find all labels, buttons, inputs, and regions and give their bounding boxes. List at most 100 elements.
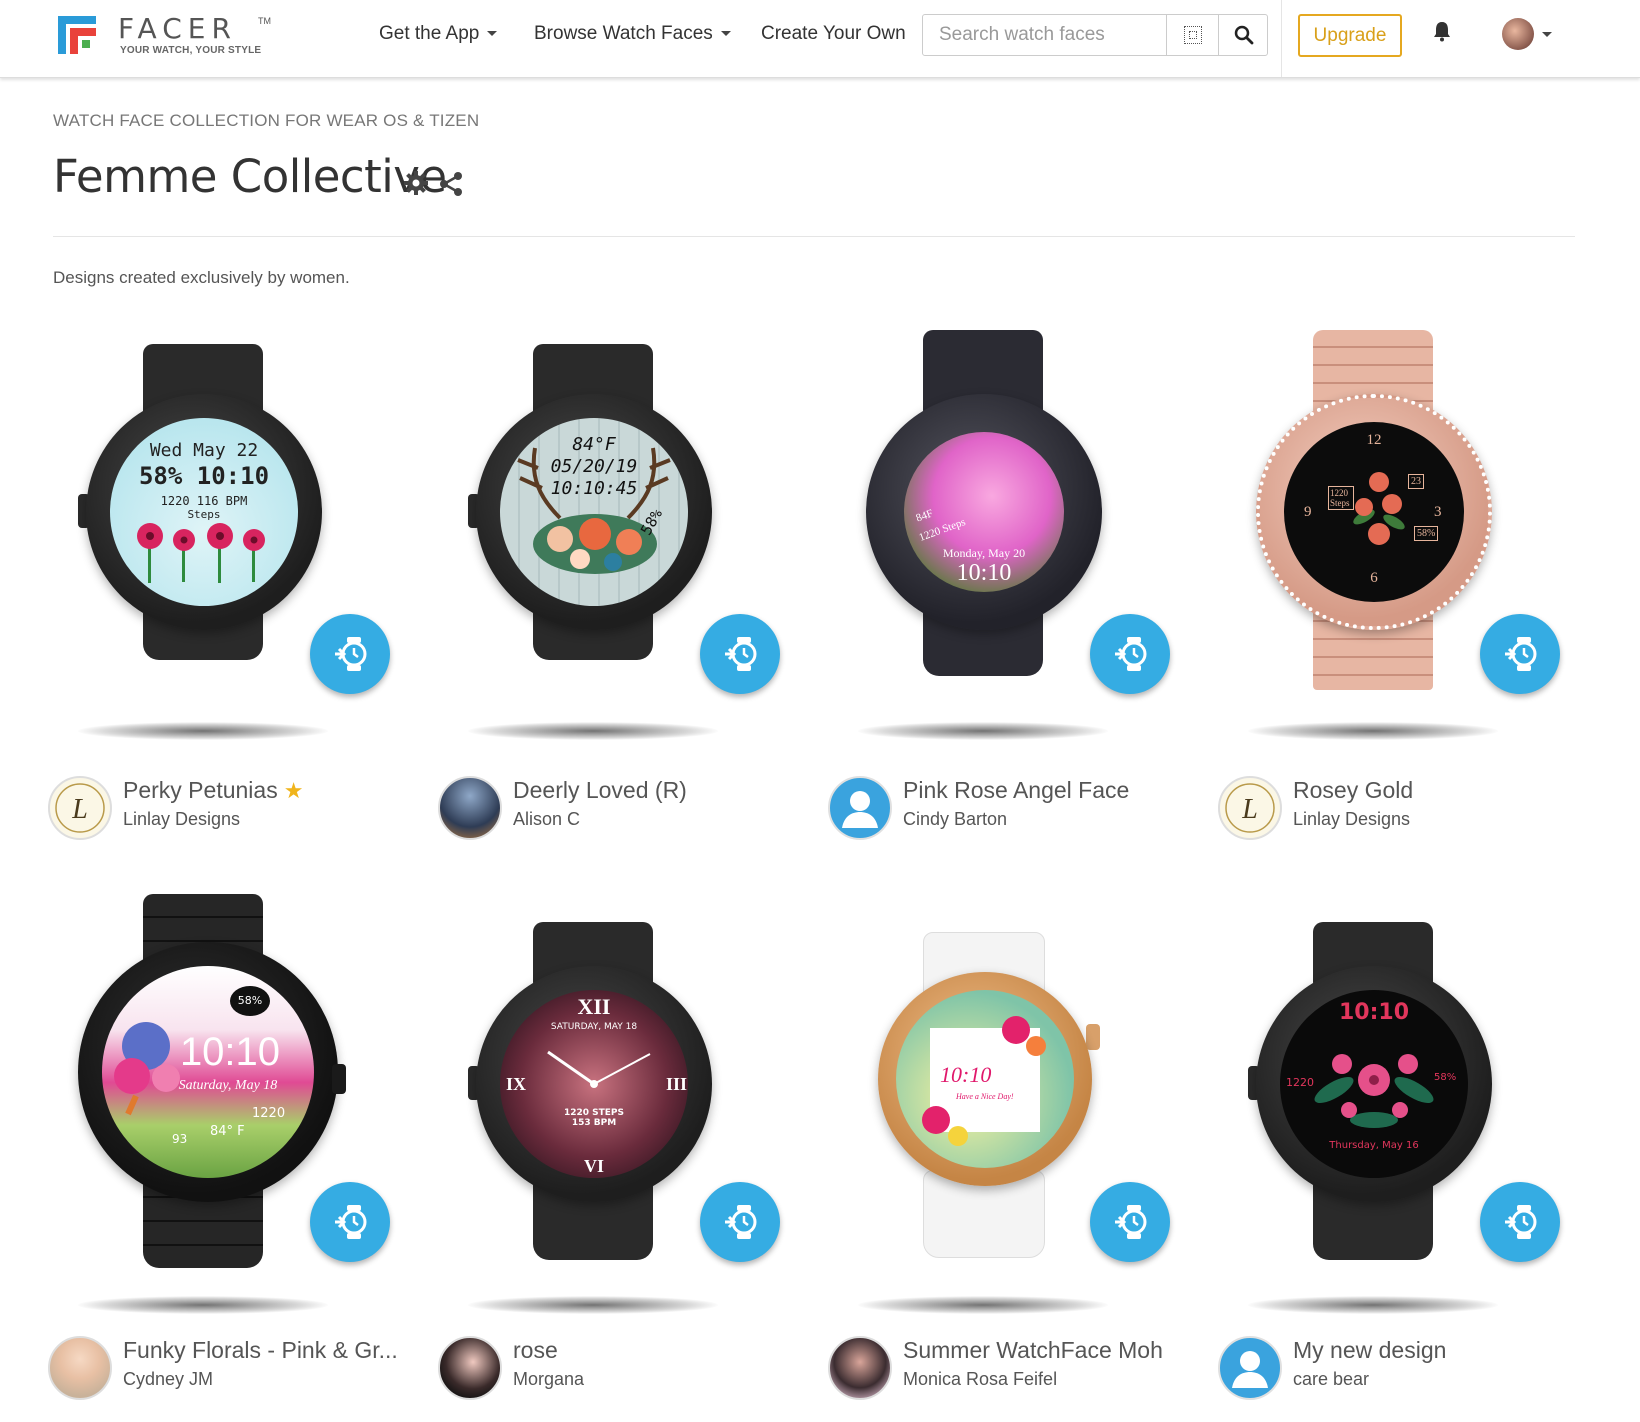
install-watchface-button[interactable] — [1480, 614, 1560, 694]
author-name[interactable]: Linlay Designs — [1293, 809, 1410, 830]
svg-text:IX: IX — [506, 1074, 526, 1094]
watch-preview[interactable]: 10:10 Have a Nice Day! — [828, 900, 1198, 1320]
author-avatar[interactable]: L — [1218, 776, 1282, 840]
author-avatar[interactable] — [438, 1336, 502, 1400]
author-name[interactable]: Morgana — [513, 1369, 584, 1390]
watch-face-name[interactable]: Rosey Gold — [1293, 777, 1413, 804]
dial-time: 10:10 — [956, 560, 1012, 586]
author-name[interactable]: care bear — [1293, 1369, 1369, 1390]
star-icon: ★ — [283, 778, 304, 803]
watch-preview[interactable]: 58% 10:10 Saturday, May 18 1220 84° F 93 — [48, 894, 418, 1320]
watch-face-name[interactable]: Summer WatchFace Moh — [903, 1337, 1163, 1364]
watch-face-card[interactable]: XII SATURDAY, MAY 18 IX III VI 1220 STEPS … — [438, 900, 808, 1420]
dial-battery: 58% — [230, 986, 270, 1016]
svg-text:L: L — [71, 794, 88, 825]
author-avatar[interactable] — [1218, 1336, 1282, 1400]
author-avatar[interactable] — [828, 776, 892, 840]
author-avatar[interactable] — [438, 776, 502, 840]
watch-preview[interactable]: Wed May 22 58% 10:10 1220 116 BPM Steps — [48, 336, 418, 756]
install-watchface-button[interactable] — [700, 1182, 780, 1262]
watch-face-card[interactable]: 10:10 Have a Nice Day! Summer WatchFace … — [828, 900, 1198, 1420]
user-avatar[interactable] — [1502, 18, 1534, 50]
watch-dial: Wed May 22 58% 10:10 1220 116 BPM Steps — [110, 418, 298, 606]
watch-face-name[interactable]: Funky Florals - Pink & Gr... — [123, 1337, 398, 1364]
install-watchface-button[interactable] — [310, 614, 390, 694]
watch-face-name[interactable]: rose — [513, 1337, 558, 1364]
logo-trademark: TM — [258, 16, 271, 26]
watch-shadow — [78, 722, 328, 740]
watch-face-card[interactable]: 84°F 05/20/19 10:10:45 58% Deerly Loved … — [438, 336, 808, 856]
nav-get-app-dropdown[interactable]: Get the App — [379, 23, 498, 45]
watch-face-card[interactable]: 12 1220 Steps 23 58% 9 3 6 L Rosey Gold … — [1218, 330, 1588, 856]
send-to-watch-icon — [725, 637, 757, 671]
install-watchface-button[interactable] — [1480, 1182, 1560, 1262]
top-navbar: FACER TM YOUR WATCH, YOUR STYLE Get the … — [0, 0, 1640, 78]
watch-face-card[interactable]: Wed May 22 58% 10:10 1220 116 BPM Steps … — [48, 336, 418, 856]
page-title: Femme Collective — [53, 150, 447, 203]
watch-face-card[interactable]: 84F 1220 Steps Monday, May 20 10:10 Pink… — [828, 330, 1198, 856]
author-avatar[interactable] — [828, 1336, 892, 1400]
search-input[interactable] — [923, 15, 1165, 55]
share-icon[interactable] — [438, 171, 464, 197]
install-watchface-button[interactable] — [700, 614, 780, 694]
send-to-watch-icon — [1505, 1205, 1537, 1239]
search-button[interactable] — [1218, 15, 1269, 55]
dial-time: 10:10 — [940, 1062, 992, 1087]
collection-eyebrow: WATCH FACE COLLECTION FOR WEAR OS & TIZE… — [53, 111, 480, 130]
install-watchface-button[interactable] — [1090, 614, 1170, 694]
facer-logo[interactable]: FACER TM YOUR WATCH, YOUR STYLE — [58, 12, 308, 60]
dial-temperature: 84F — [914, 507, 935, 525]
watch-face-title[interactable]: Perky Petunias ★ — [123, 777, 303, 804]
watch-face-name[interactable]: My new design — [1293, 1337, 1446, 1364]
author-name[interactable]: Cydney JM — [123, 1369, 213, 1390]
watch-face-card[interactable]: 58% 10:10 Saturday, May 18 1220 84° F 93… — [48, 894, 418, 1420]
nav-browse-label: Browse Watch Faces — [534, 23, 713, 44]
send-to-watch-icon — [1505, 637, 1537, 671]
send-to-watch-icon — [335, 1205, 367, 1239]
author-name[interactable]: Cindy Barton — [903, 809, 1007, 830]
send-to-watch-icon — [335, 637, 367, 671]
author-name[interactable]: Linlay Designs — [123, 809, 240, 830]
dial-time: 58% 10:10 — [138, 462, 270, 490]
watch-preview[interactable]: 12 1220 Steps 23 58% 9 3 6 — [1218, 330, 1588, 756]
author-avatar[interactable] — [48, 1336, 112, 1400]
watch-face-name[interactable]: Pink Rose Angel Face — [903, 777, 1129, 804]
author-name[interactable]: Alison C — [513, 809, 580, 830]
rose-bouquet-icon — [1353, 472, 1405, 545]
image-search-button[interactable] — [1166, 15, 1219, 55]
dial-date: Monday, May 20 — [942, 546, 1026, 560]
gear-icon[interactable] — [403, 170, 429, 196]
watch-face-card[interactable]: 10:10 1220 58% Thursday, May 16 My new d… — [1218, 900, 1588, 1420]
watch-shadow — [468, 1296, 718, 1314]
watch-dial: 84°F 05/20/19 10:10:45 58% — [500, 418, 688, 606]
install-watchface-button[interactable] — [1090, 1182, 1170, 1262]
watch-dial: 10:10 1220 58% Thursday, May 16 — [1280, 990, 1468, 1178]
watch-preview[interactable]: 84F 1220 Steps Monday, May 20 10:10 — [828, 330, 1198, 756]
watch-preview[interactable]: XII SATURDAY, MAY 18 IX III VI 1220 STEPS … — [438, 900, 808, 1320]
author-avatar[interactable]: L — [48, 776, 112, 840]
default-user-icon — [1232, 1351, 1268, 1388]
watch-dial: 10:10 Have a Nice Day! — [896, 990, 1074, 1168]
upgrade-button[interactable]: Upgrade — [1298, 14, 1402, 57]
logo-tagline: YOUR WATCH, YOUR STYLE — [120, 45, 262, 56]
nav-browse-dropdown[interactable]: Browse Watch Faces — [534, 23, 731, 45]
dial-heart-rate: 93 — [172, 1132, 188, 1146]
dial-time: 10:10 — [179, 1030, 281, 1074]
chevron-down-icon[interactable] — [1542, 32, 1552, 37]
svg-text:III: III — [666, 1074, 687, 1094]
petunia-flowers-icon — [137, 523, 265, 583]
watch-face-name[interactable]: Deerly Loved (R) — [513, 777, 687, 804]
nav-create-link[interactable]: Create Your Own — [761, 23, 906, 45]
watch-shadow — [858, 722, 1108, 740]
watch-preview[interactable]: 84°F 05/20/19 10:10:45 58% — [438, 336, 808, 756]
bell-icon[interactable] — [1432, 20, 1452, 42]
search-icon — [1234, 25, 1254, 45]
dial-temperature: 84°F — [572, 434, 616, 455]
watch-preview[interactable]: 10:10 1220 58% Thursday, May 16 — [1218, 900, 1588, 1320]
author-name[interactable]: Monica Rosa Feifel — [903, 1369, 1057, 1390]
collection-description: Designs created exclusively by women. — [53, 268, 350, 287]
dial-greeting: Have a Nice Day! — [956, 1092, 1014, 1101]
dial-date: 05/20/19 — [550, 456, 638, 477]
watch-shadow — [468, 722, 718, 740]
install-watchface-button[interactable] — [310, 1182, 390, 1262]
